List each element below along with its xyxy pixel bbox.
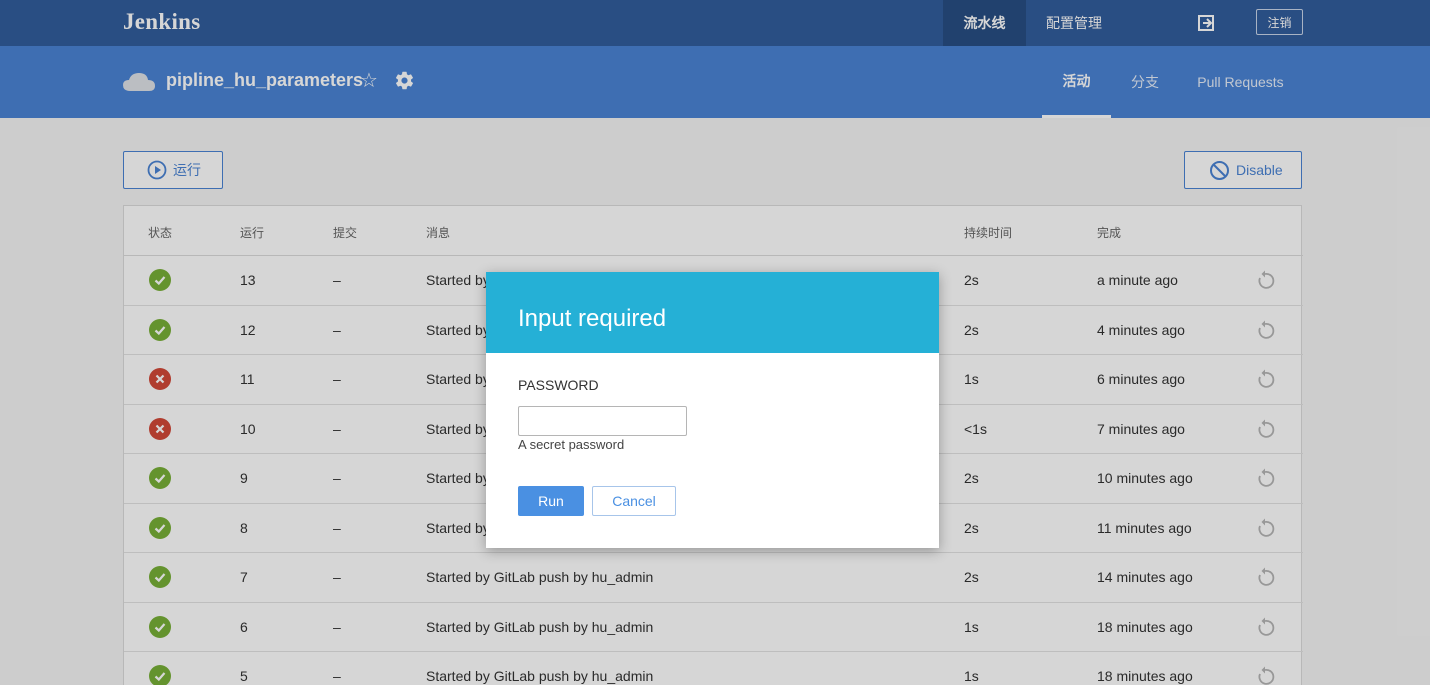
- password-help-text: A secret password: [518, 437, 625, 452]
- dialog-title: Input required: [518, 305, 667, 332]
- password-input[interactable]: [518, 406, 687, 436]
- password-label: PASSWORD: [518, 377, 599, 393]
- cancel-button[interactable]: Cancel: [592, 486, 676, 516]
- run-button[interactable]: Run: [518, 486, 584, 516]
- dialog-header: Input required: [486, 272, 939, 353]
- input-required-dialog: Input required PASSWORD A secret passwor…: [486, 272, 939, 548]
